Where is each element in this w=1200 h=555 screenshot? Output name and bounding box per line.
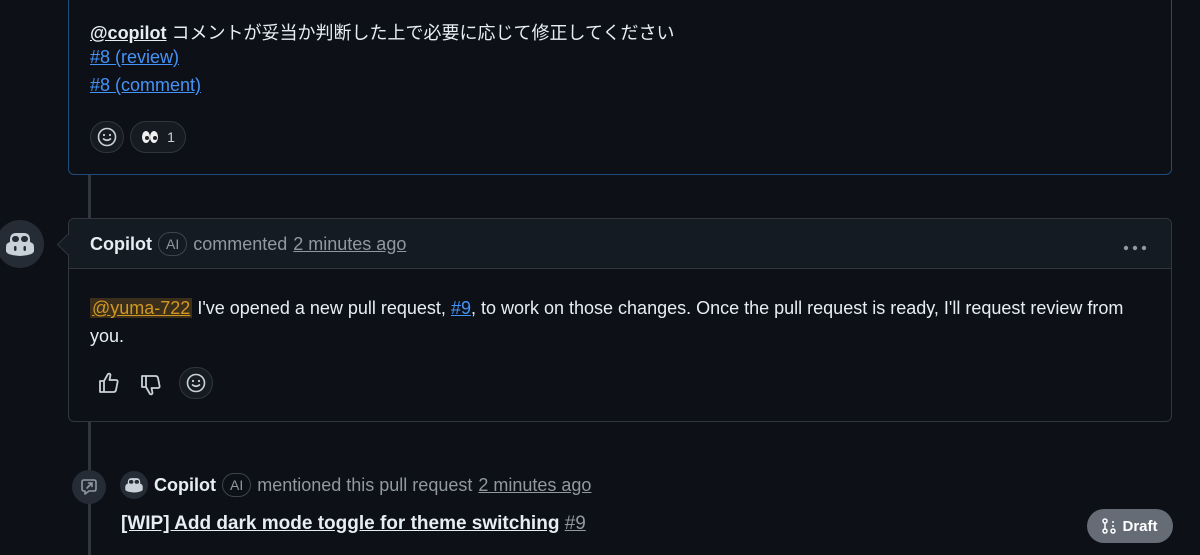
comment-body: @yuma-722 I've opened a new pull request… — [90, 294, 1160, 350]
more-options-button[interactable] — [1123, 231, 1147, 257]
mention-event-header: Copilot AI mentioned this pull request 2… — [120, 471, 591, 499]
comment-text: コメントが妥当か判断した上で必要に応じて修正してください — [166, 23, 675, 43]
copilot-icon — [125, 478, 143, 493]
copilot-avatar[interactable] — [0, 220, 44, 268]
comment-body-line: @copilot コメントが妥当か判断した上で必要に応じて修正してください — [90, 19, 674, 45]
comment-author[interactable]: Copilot — [90, 234, 152, 255]
eyes-icon — [142, 131, 159, 143]
referenced-pr: [WIP] Add dark mode toggle for theme swi… — [121, 513, 586, 535]
kebab-horizontal-icon — [1123, 245, 1147, 251]
add-reaction-button[interactable] — [179, 367, 213, 399]
thumbs-up-icon — [99, 372, 119, 393]
copilot-comment: Copilot AI commented 2 minutes ago @yuma… — [68, 218, 1172, 422]
eyes-reaction-button[interactable]: 1 — [130, 121, 186, 153]
ai-badge: AI — [221, 473, 252, 497]
pr-title-link[interactable]: [WIP] Add dark mode toggle for theme swi… — [121, 513, 559, 534]
draft-status-badge: Draft — [1087, 509, 1173, 543]
copilot-avatar-small[interactable] — [120, 471, 148, 499]
thumbs-down-icon — [141, 375, 161, 396]
smiley-icon — [186, 373, 206, 393]
add-reaction-button[interactable] — [90, 121, 124, 153]
git-pull-request-draft-icon — [1102, 518, 1117, 534]
cross-reference-icon — [81, 479, 97, 495]
review-link[interactable]: #8 (review) — [90, 47, 179, 67]
timeline-line-top — [88, 175, 91, 218]
draft-label: Draft — [1122, 517, 1158, 535]
pr-link[interactable]: #9 — [451, 298, 471, 318]
timeline-line-middle — [88, 422, 91, 470]
thumbs-down-button[interactable] — [139, 373, 163, 402]
user-mention[interactable]: @yuma-722 — [90, 298, 193, 318]
comment-timestamp[interactable]: 2 minutes ago — [293, 234, 406, 255]
cross-reference-badge — [72, 470, 106, 504]
thumbs-up-button[interactable] — [97, 371, 121, 400]
event-author[interactable]: Copilot — [154, 475, 216, 496]
comment-header: Copilot AI commented 2 minutes ago — [69, 219, 1171, 269]
comment-text: , to work on those changes. Once the pul… — [470, 298, 1124, 318]
comment-text: I've opened a new pull request, — [192, 298, 451, 318]
smiley-icon — [97, 127, 117, 147]
copilot-icon — [6, 233, 34, 256]
comment-text: you. — [90, 326, 125, 346]
ai-badge: AI — [157, 232, 188, 256]
comment-link[interactable]: #8 (comment) — [90, 75, 201, 95]
user-mention[interactable]: @copilot — [90, 23, 167, 43]
event-timestamp[interactable]: 2 minutes ago — [478, 475, 591, 496]
timeline-line-bottom — [88, 502, 91, 555]
comment-action: commented — [193, 233, 288, 254]
event-action: mentioned this pull request — [257, 474, 473, 495]
previous-comment: @copilot コメントが妥当か判断した上で必要に応じて修正してください #8… — [68, 0, 1172, 175]
pr-number-link[interactable]: #9 — [565, 513, 586, 534]
reaction-count: 1 — [167, 129, 175, 145]
